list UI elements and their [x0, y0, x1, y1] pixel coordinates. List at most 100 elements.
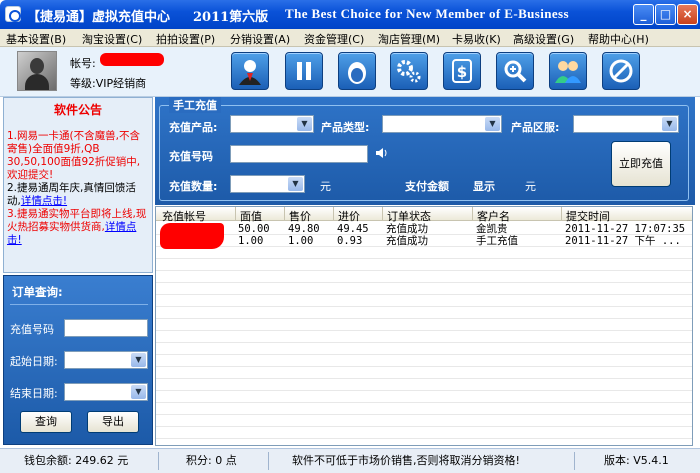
- col-cost-price[interactable]: 进价: [338, 208, 360, 224]
- level-label: 等级:: [70, 77, 96, 90]
- minimize-button[interactable]: _: [633, 4, 654, 25]
- table-row[interactable]: 50.00 49.80 49.45 充值成功 金凯贵 2011-11-27 17…: [156, 223, 692, 235]
- table-row-empty: [156, 343, 692, 355]
- users-tool-button[interactable]: [549, 52, 587, 90]
- points: 积分: 0 点: [186, 454, 237, 467]
- product-label: 充值产品:: [169, 121, 218, 134]
- pause-tool-button[interactable]: [285, 52, 323, 90]
- col-divider: [333, 207, 334, 221]
- recharge-now-button[interactable]: 立即充值: [611, 141, 671, 187]
- chevron-down-icon[interactable]: ▼: [662, 117, 677, 131]
- menu-card-collect[interactable]: 卡易收(K): [452, 31, 501, 47]
- recharge-number-label: 充值号码: [169, 150, 213, 163]
- table-row-empty: [156, 403, 692, 415]
- cell-face-value: 50.00: [238, 223, 270, 235]
- table-row-empty: [156, 283, 692, 295]
- search-tool-button[interactable]: [496, 52, 534, 90]
- account-label: 帐号:: [70, 57, 96, 70]
- table-row-empty: [156, 295, 692, 307]
- col-divider: [561, 207, 562, 221]
- col-order-status[interactable]: 订单状态: [387, 208, 431, 224]
- users-group-icon: [550, 53, 586, 89]
- qq-tool-button[interactable]: [338, 52, 376, 90]
- menu-paipai-settings[interactable]: 拍拍设置(P): [156, 31, 215, 47]
- start-date-picker[interactable]: ▼: [64, 351, 148, 369]
- notice-item-3: 3.捷易通实物平台即将上线,现火热招募实物供货商,详情点击!: [4, 208, 152, 247]
- chevron-down-icon[interactable]: ▼: [485, 117, 500, 131]
- menu-fund-management[interactable]: 资金管理(C): [304, 31, 364, 47]
- col-divider: [472, 207, 473, 221]
- title-bar: 【捷易通】虚拟充值中心 2011第六版 The Best Choice for …: [0, 0, 700, 29]
- divider: [10, 304, 148, 305]
- table-row-empty: [156, 331, 692, 343]
- chevron-down-icon[interactable]: ▼: [288, 177, 303, 191]
- cell-cost-price: 49.45: [337, 223, 369, 235]
- status-divider: [574, 452, 575, 470]
- search-button[interactable]: 查询: [20, 411, 72, 433]
- table-row-empty: [156, 367, 692, 379]
- header-toolbar: 帐号: 等级:VIP经销商 $: [0, 47, 700, 97]
- quantity-label: 充值数量:: [169, 180, 218, 193]
- export-button[interactable]: 导出: [87, 411, 139, 433]
- cell-face-value: 1.00: [238, 235, 264, 247]
- level-value: VIP经销商: [95, 77, 147, 90]
- menu-taobao-settings[interactable]: 淘宝设置(C): [82, 31, 142, 47]
- col-divider: [382, 207, 383, 221]
- menu-help-center[interactable]: 帮助中心(H): [588, 31, 649, 47]
- chevron-down-icon[interactable]: ▼: [297, 117, 312, 131]
- cell-submit-time: 2011-11-27 17:07:35: [565, 223, 686, 235]
- end-date-picker[interactable]: ▼: [64, 383, 148, 401]
- settings-gears-icon: [391, 53, 427, 89]
- finance-tool-button[interactable]: $: [443, 52, 481, 90]
- cell-order-status: 充值成功: [386, 235, 428, 247]
- status-bar: 钱包余额: 249.62 元 积分: 0 点 软件不可低于市场价销售,否则将取消…: [0, 448, 700, 473]
- cell-sale-price: 49.80: [288, 223, 320, 235]
- table-row-empty: [156, 379, 692, 391]
- table-row-empty: [156, 391, 692, 403]
- col-sale-price[interactable]: 售价: [289, 208, 311, 224]
- col-customer[interactable]: 客户名: [477, 208, 510, 224]
- pay-amount-unit: 元: [525, 180, 536, 193]
- table-row-empty: [156, 259, 692, 271]
- window-title: 【捷易通】虚拟充值中心: [27, 10, 171, 25]
- table-row-empty: [156, 319, 692, 331]
- col-divider: [235, 207, 236, 221]
- col-face-value[interactable]: 面值: [240, 208, 262, 224]
- chevron-down-icon[interactable]: ▼: [131, 385, 146, 399]
- product-select[interactable]: ▼: [230, 115, 314, 133]
- status-divider: [158, 452, 159, 470]
- speaker-icon[interactable]: [376, 148, 387, 158]
- order-number-label: 充值号码: [10, 323, 54, 336]
- user-level: 等级:VIP经销商: [70, 75, 146, 91]
- chevron-down-icon[interactable]: ▼: [131, 353, 146, 367]
- col-account[interactable]: 充值帐号: [162, 208, 206, 224]
- cancel-tool-button[interactable]: [602, 52, 640, 90]
- menu-basic-settings[interactable]: 基本设置(B): [6, 31, 66, 47]
- status-divider: [268, 452, 269, 470]
- product-region-select[interactable]: ▼: [573, 115, 679, 133]
- col-submit-time[interactable]: 提交时间: [566, 208, 610, 224]
- order-number-input[interactable]: [64, 319, 148, 337]
- product-type-select[interactable]: ▼: [382, 115, 502, 133]
- quantity-select[interactable]: ▼: [230, 175, 305, 193]
- cell-customer: 手工充值: [476, 235, 518, 247]
- table-row[interactable]: 1.00 1.00 0.93 充值成功 手工充值 2011-11-27 下午 .…: [156, 235, 692, 247]
- order-query-title: 订单查询:: [12, 285, 63, 299]
- settings-tool-button[interactable]: [390, 52, 428, 90]
- maximize-button[interactable]: □: [655, 4, 676, 25]
- recharge-number-input[interactable]: [230, 145, 368, 163]
- account-cells-redacted: [160, 223, 224, 249]
- agent-tool-button[interactable]: [231, 52, 269, 90]
- notice-item-2-link[interactable]: 详情点击!: [21, 195, 67, 207]
- table-row-empty: [156, 271, 692, 283]
- avatar: [17, 51, 57, 91]
- table-row-empty: [156, 415, 692, 427]
- cancel-icon: [603, 53, 639, 89]
- menu-store-management[interactable]: 淘店管理(M): [378, 31, 440, 47]
- close-button[interactable]: ×: [677, 4, 698, 25]
- order-query-panel: 订单查询: 充值号码 起始日期: ▼ 结束日期: ▼ 查询 导出: [3, 275, 153, 445]
- menu-distribution-settings[interactable]: 分销设置(A): [230, 31, 290, 47]
- table-row-empty: [156, 247, 692, 259]
- menu-advanced-settings[interactable]: 高级设置(G): [513, 31, 574, 47]
- orders-table[interactable]: 充值帐号 面值 售价 进价 订单状态 客户名 提交时间 50.00 49.80 …: [155, 206, 693, 446]
